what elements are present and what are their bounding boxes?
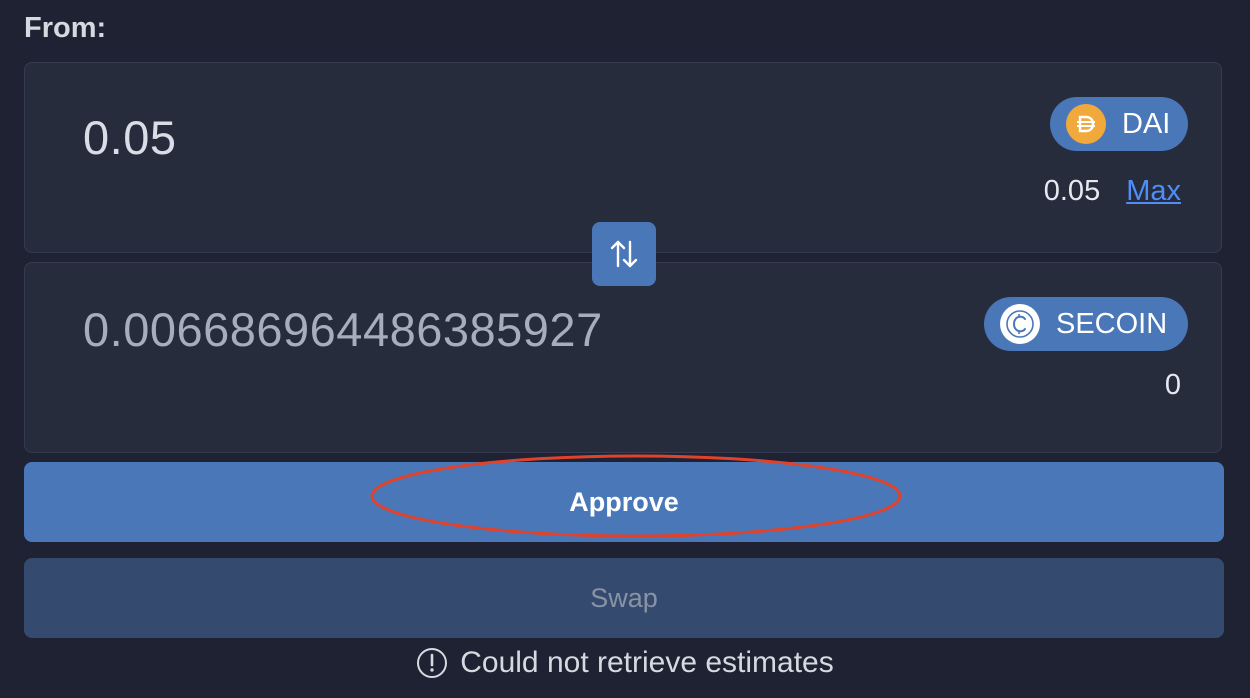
swap-button[interactable]: Swap [24,558,1224,638]
status-message: Could not retrieve estimates [0,646,1250,680]
swap-direction-button[interactable] [592,222,656,286]
from-token-name: DAI [1122,107,1171,140]
info-icon [416,647,448,679]
max-link[interactable]: Max [1126,175,1181,208]
from-balance-row: 0.05 Max [1044,175,1181,208]
dai-icon [1066,104,1106,144]
swap-arrows-icon [607,237,641,271]
from-amount-input[interactable]: 0.05 [83,110,176,165]
from-label: From: [24,12,107,44]
to-panel: 0.006686964486385927 SECOIN 0 [24,262,1222,453]
secoin-icon [1000,304,1040,344]
approve-button[interactable]: Approve [24,462,1224,542]
from-token-selector[interactable]: DAI [1050,97,1188,151]
status-text: Could not retrieve estimates [460,646,834,679]
swap-widget: From: 0.05 DAI 0.05 Max 0.00668696448638… [0,0,1250,698]
to-token-name: SECOIN [1056,307,1168,340]
to-token-selector[interactable]: SECOIN [984,297,1188,351]
from-balance: 0.05 [1043,175,1101,207]
to-amount-output: 0.006686964486385927 [83,303,603,356]
to-balance-row: 0 [1165,369,1181,402]
to-balance: 0 [1164,369,1181,401]
